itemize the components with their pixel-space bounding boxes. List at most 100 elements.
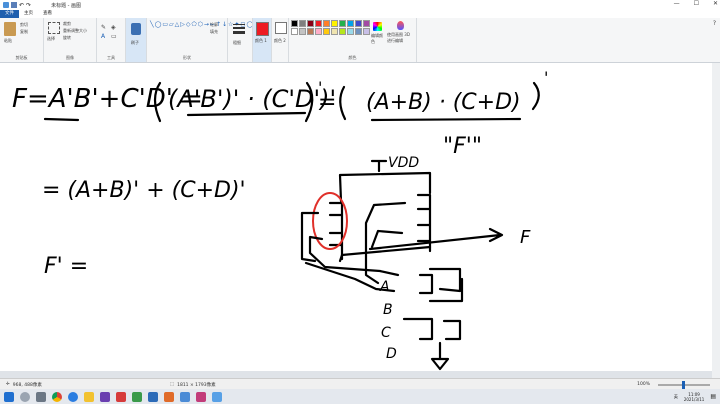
paint3d-button[interactable]: 使用画图 3D 进行编辑 [387, 32, 415, 44]
edit-colors-button[interactable]: 编辑颜色 [371, 33, 383, 45]
zoom-slider-thumb[interactable] [682, 380, 685, 389]
resize-button[interactable]: 重新调整大小 [63, 28, 87, 34]
size-button[interactable]: 粗细 [228, 18, 253, 62]
palette-swatch[interactable] [291, 20, 298, 27]
brushes-button[interactable]: 刷子 [126, 18, 147, 62]
app-icon-4[interactable] [148, 391, 158, 402]
palette-swatch[interactable] [307, 20, 314, 27]
zoom-slider[interactable] [658, 380, 710, 389]
eraser-icon[interactable]: ▭ [111, 33, 117, 40]
paste-button[interactable]: 粘贴 [4, 38, 12, 44]
color-palette [291, 20, 373, 38]
palette-swatch[interactable] [291, 28, 298, 35]
notification-icon[interactable]: ▤ [710, 393, 716, 400]
palette-swatch[interactable] [339, 20, 346, 27]
color2-button[interactable]: 颜色 2 [272, 18, 289, 62]
fill-button[interactable]: 填充 [210, 29, 218, 35]
equals-sign: = [318, 90, 336, 115]
shapes-group-label: 形状 [183, 55, 191, 60]
system-tray: 英 11:09 2021/3/11 ▤ [674, 389, 716, 404]
select-icon[interactable] [48, 22, 60, 34]
app-icon-1[interactable] [100, 391, 110, 402]
palette-swatch[interactable] [331, 20, 338, 27]
app-icon-2[interactable] [116, 391, 126, 402]
color1-button[interactable]: 颜色 1 [253, 18, 272, 62]
palette-swatch[interactable] [339, 28, 346, 35]
equation-line2: = (A+B)' + (C+D)' [42, 178, 246, 203]
pencil-icon[interactable]: ✎ [101, 24, 106, 31]
palette-swatch[interactable] [323, 28, 330, 35]
close-button[interactable]: ✕ [713, 0, 718, 7]
edit-colors-icon[interactable] [373, 22, 382, 31]
select-button[interactable]: 选择 [47, 36, 55, 42]
fill-icon[interactable]: ◈ [111, 24, 116, 31]
pull-up-wires [338, 171, 432, 203]
palette-swatch[interactable] [323, 20, 330, 27]
brushes-label: 刷子 [131, 40, 139, 45]
crop-button[interactable]: 裁剪 [63, 21, 71, 27]
paste-icon[interactable] [4, 22, 16, 36]
start-icon[interactable] [4, 391, 14, 402]
nmos-parallel-1 [418, 267, 464, 303]
chrome-icon[interactable] [52, 391, 62, 402]
palette-swatch[interactable] [299, 20, 306, 27]
image-size: 1811 × 1793像素 [177, 382, 216, 388]
palette-swatch[interactable] [347, 28, 354, 35]
file-explorer-icon[interactable] [84, 391, 94, 402]
app-icon-3[interactable] [132, 391, 142, 402]
image-size-icon: ⬚ [169, 382, 175, 387]
vertical-scrollbar[interactable] [712, 63, 720, 378]
palette-swatch[interactable] [315, 28, 322, 35]
colors-group: 编辑颜色 使用画图 3D 进行编辑 颜色 [289, 18, 417, 62]
paint3d-icon[interactable] [397, 21, 404, 30]
palette-swatch[interactable] [363, 28, 370, 35]
tab-file[interactable]: 文件 [0, 10, 19, 18]
prime-mark-2: ' [544, 68, 548, 87]
clock[interactable]: 11:09 2021/3/11 [684, 392, 705, 402]
undo-icon[interactable]: ↶ [19, 2, 24, 9]
palette-swatch[interactable] [355, 20, 362, 27]
brush-icon [131, 23, 141, 35]
edge-icon[interactable] [68, 391, 78, 402]
paint-taskbar-icon[interactable] [212, 391, 222, 402]
paren-right-2 [531, 81, 540, 111]
underline-3 [370, 117, 522, 122]
app-icon-7[interactable] [196, 391, 206, 402]
app-icon-6[interactable] [180, 391, 190, 402]
input-language[interactable]: 英 [674, 394, 678, 400]
color2-swatch [275, 22, 287, 34]
save-icon[interactable] [11, 2, 17, 8]
palette-swatch[interactable] [299, 28, 306, 35]
ribbon: 粘贴 剪切 复制 剪贴板 选择 裁剪 重新调整大小 旋转 图像 ✎ ◈ A ▭ … [0, 18, 720, 63]
handwriting-layer: F=A'B'+C'D' = (A'B')' · (C'D')' ' = (A+B… [12, 68, 548, 371]
tools-group-label: 工具 [107, 55, 115, 60]
minimize-button[interactable]: — [674, 0, 680, 7]
search-icon[interactable] [20, 391, 30, 402]
taskbar [0, 389, 720, 404]
ground-symbol [430, 357, 450, 371]
app-icon-5[interactable] [164, 391, 174, 402]
copy-button[interactable]: 复制 [20, 29, 28, 35]
redo-icon[interactable]: ↷ [26, 2, 31, 9]
drawing-canvas[interactable]: F=A'B'+C'D' = (A'B')' · (C'D')' ' = (A+B… [0, 63, 712, 371]
tab-view[interactable]: 查看 [38, 10, 57, 18]
palette-swatch[interactable] [307, 28, 314, 35]
cut-button[interactable]: 剪切 [20, 22, 28, 28]
palette-swatch[interactable] [331, 28, 338, 35]
palette-swatch[interactable] [315, 20, 322, 27]
text-icon[interactable]: A [101, 33, 105, 40]
window-title: 未标题 - 画图 [51, 2, 82, 9]
rotate-button[interactable]: 旋转 [63, 35, 71, 41]
tab-home[interactable]: 主页 [19, 10, 38, 18]
cmos-circuit: VDD F A B C D [300, 155, 531, 371]
maximize-button[interactable]: ☐ [694, 0, 699, 7]
outline-button[interactable]: 轮廓 [210, 22, 218, 28]
help-icon[interactable]: ? [713, 20, 716, 27]
palette-swatch[interactable] [347, 20, 354, 27]
colors-group-label: 颜色 [348, 55, 357, 60]
shapes-gallery[interactable]: ╲◯▭▱△▷◇⬠⬡→←↑↓☆✦◻◯♡⚡ [150, 21, 265, 47]
vdd-label: VDD [388, 155, 419, 171]
palette-swatch[interactable] [355, 28, 362, 35]
palette-swatch[interactable] [363, 20, 370, 27]
task-view-icon[interactable] [36, 391, 46, 402]
